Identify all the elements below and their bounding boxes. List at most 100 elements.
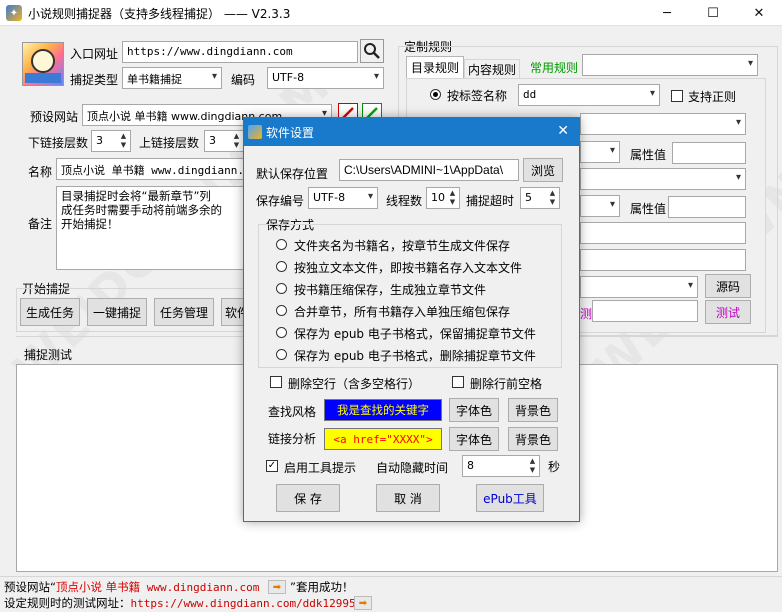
updown-icon: ▲ ▼ [449,189,456,206]
link-bg-color-button[interactable]: 背景色 [508,427,558,451]
window-title: 小说规则捕捉器（支持多线程捕捉） —— V2.3.3 [28,7,291,21]
save-mode-radio[interactable] [276,349,287,360]
save-mode-radio[interactable] [276,283,287,294]
upper-link-label: 上链接层数 [139,136,200,150]
tab-directory-rules[interactable]: 目录规则 [406,56,464,78]
maximize-button[interactable]: ☐ [690,0,736,26]
one-click-capture-button[interactable]: 一键捕捉 [87,298,147,326]
apply-arrow-icon[interactable]: ➡ [268,580,286,594]
search-button[interactable] [360,39,384,63]
updown-icon: ▲ ▼ [233,132,240,149]
threads-spinner[interactable]: 10 ▲ ▼ [426,187,460,209]
task-manage-button[interactable]: 任务管理 [154,298,214,326]
chevron-down-icon: ▾ [373,71,379,82]
find-bg-color-button[interactable]: 背景色 [508,398,558,422]
capture-test-label: 捕捉测试 [24,348,73,362]
status-line-1: 预设网站“顶点小说 单书籍 www.dingdiann.com [4,579,259,595]
status-test-prefix: 设定规则时的测试网址： [4,596,131,610]
status-url: www.dingdiann.com [140,581,260,594]
support-regex-label: 支持正则 [688,90,737,104]
default-path-input[interactable]: C:\Users\ADMINI~1\AppData\ [339,159,519,181]
note-line: 成任务时需要手动将前端多余的 [61,203,222,217]
note-textarea[interactable]: 目录捕捉时会将“最新章节”列 成任务时需要手动将前端多余的 开始捕捉！ [56,186,244,270]
tab-content-rules[interactable]: 内容规则 [464,59,520,79]
by-attr-select[interactable]: ▾ [580,113,746,135]
rule-select-2[interactable]: ▾ [580,168,746,190]
attr-select-2[interactable]: ▾ [580,195,620,217]
save-mode-radio[interactable] [276,305,287,316]
status-line-2: 设定规则时的测试网址：https://www.dingdiann.com/ddk… [4,595,362,611]
attr-value-input[interactable] [672,142,746,164]
tab-common-rules[interactable]: 常用规则 [530,59,578,76]
common-rules-select[interactable]: ▾ [582,54,758,76]
delete-leading-space-checkbox[interactable] [452,376,464,388]
upper-link-value: 3 [209,134,216,147]
rule-select-5[interactable]: ▾ [580,276,698,298]
dialog-app-icon [248,125,262,139]
save-encoding-select[interactable]: UTF-8 ▾ [308,187,378,209]
link-analysis-label: 链接分析 [268,432,317,446]
capture-type-select[interactable]: 单书籍捕捉 ▾ [122,67,222,89]
delete-leading-space-label: 删除行前空格 [470,377,543,391]
save-mode-radio[interactable] [276,239,287,250]
updown-icon: ▲ ▼ [529,457,536,474]
save-mode-option: 保存为 epub 电子书格式，保留捕捉章节文件 [294,327,536,341]
capture-type-label: 捕捉类型 [70,73,119,87]
cancel-button[interactable]: 取 消 [376,484,440,512]
rule-input-4[interactable] [580,249,746,271]
status-test-url[interactable]: https://www.dingdiann.com/ddk12995/ [131,597,363,610]
find-style-label: 查找风格 [268,405,317,419]
search-icon [364,43,380,59]
test-button[interactable]: 测试 [705,300,751,324]
epub-tool-button[interactable]: ePub工具 [476,484,544,512]
tooltip-checkbox[interactable]: ✓ [266,460,278,472]
auto-hide-spinner[interactable]: 8 ▲ ▼ [462,455,540,477]
save-mode-radio[interactable] [276,327,287,338]
link-font-color-button[interactable]: 字体色 [449,427,499,451]
tooltip-label: 启用工具提示 [284,461,357,475]
status-suffix: ”套用成功！ [290,580,354,594]
attr-select-1[interactable]: ▾ [580,141,620,163]
capture-type-value: 单书籍捕捉 [127,73,182,86]
note-label: 备注 [28,217,53,231]
updown-icon: ▲ ▼ [120,132,127,149]
status-prefix: 预设网站“ [4,580,56,594]
auto-hide-value: 8 [467,459,474,472]
name-label: 名称 [28,165,53,179]
test-input[interactable] [592,300,698,322]
save-mode-radio[interactable] [276,261,287,272]
support-regex-checkbox[interactable] [671,90,683,102]
entry-url-input[interactable]: https://www.dingdiann.com [122,41,358,63]
delete-blank-label: 删除空行（含多空格行） [288,377,421,391]
rule-input-3[interactable] [580,222,746,244]
timeout-value: 5 [525,191,532,204]
lower-link-spinner[interactable]: 3 ▲ ▼ [91,130,131,152]
open-url-arrow-icon[interactable]: ➡ [354,596,372,610]
save-button[interactable]: 保 存 [276,484,340,512]
generate-task-button[interactable]: 生成任务 [20,298,80,326]
dialog-close-button[interactable]: ✕ [557,123,569,139]
find-font-color-button[interactable]: 字体色 [449,398,499,422]
source-code-button[interactable]: 源码 [705,274,751,298]
auto-hide-label: 自动隐藏时间 [376,461,449,475]
dialog-title-bar: 软件设置 ✕ [244,118,579,146]
entry-url-label: 入口网址 [70,47,119,61]
encoding-select[interactable]: UTF-8 ▾ [267,67,384,89]
lower-link-label: 下链接层数 [28,136,89,150]
find-style-sample: 我是查找的关键字 [324,399,442,421]
timeout-spinner[interactable]: 5 ▲ ▼ [520,187,560,209]
delete-blank-checkbox[interactable] [270,376,282,388]
by-tag-radio[interactable] [430,89,441,100]
upper-link-spinner[interactable]: 3 ▲ ▼ [204,130,244,152]
attr-value-label-2: 属性值 [630,202,667,216]
status-site: 顶点小说 单书籍 [55,580,141,594]
default-path-label: 默认保存位置 [256,167,329,181]
attr-value-input-2[interactable] [668,196,746,218]
by-tag-select[interactable]: dd ▾ [518,84,660,106]
chevron-down-icon: ▾ [609,199,615,210]
minimize-button[interactable]: ─ [644,0,690,26]
save-mode-option: 按独立文本文件，即按书籍名存入文本文件 [294,261,523,275]
name-input[interactable]: 顶点小说 单书籍 www.dingdiann. [56,158,244,180]
close-button[interactable]: ✕ [736,0,782,26]
browse-button[interactable]: 浏览 [523,158,563,182]
